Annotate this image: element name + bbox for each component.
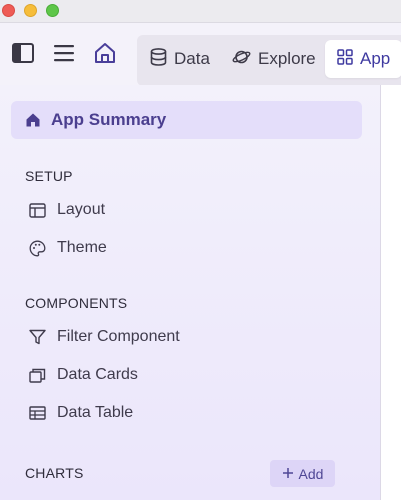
planet-icon [232, 48, 251, 71]
tab-app-label: App [360, 49, 391, 68]
sidebar-toggle-icon[interactable] [11, 41, 35, 65]
sidebar-item-label: Layout [57, 201, 106, 218]
sidebar-item-theme[interactable]: Theme [28, 236, 107, 260]
section-title-charts: CHARTS [25, 465, 84, 481]
sidebar-item-label: Data Cards [57, 366, 138, 383]
tab-app[interactable]: App [325, 40, 401, 78]
sidebar-item-label: Data Table [57, 404, 134, 421]
grid-icon [337, 48, 353, 70]
sidebar-item-data-table[interactable]: Data Table [28, 401, 133, 425]
window-titlebar [0, 0, 401, 23]
add-chart-button[interactable]: Add [270, 460, 335, 487]
sidebar-item-label: Filter Component [57, 328, 180, 345]
layout-icon [28, 201, 46, 219]
zoom-window-button[interactable] [46, 4, 59, 17]
palette-icon [28, 239, 46, 257]
table-icon [28, 404, 46, 422]
sidebar-item-filter-component[interactable]: Filter Component [28, 325, 180, 349]
tab-data[interactable]: Data [150, 40, 210, 78]
sidebar-item-data-cards[interactable]: Data Cards [28, 363, 138, 387]
plus-icon [282, 466, 294, 482]
sidebar-item-app-summary[interactable]: App Summary [11, 101, 362, 139]
toolbar: Data Explore App [0, 23, 401, 86]
cards-icon [28, 366, 46, 384]
home-icon[interactable] [93, 41, 117, 65]
menu-icon[interactable] [52, 41, 76, 65]
sidebar: App Summary SETUP Layout Theme COMPONENT… [0, 85, 381, 500]
database-icon [150, 47, 167, 71]
minimize-window-button[interactable] [24, 4, 37, 17]
main-content-panel [381, 85, 401, 500]
tab-explore[interactable]: Explore [232, 40, 316, 78]
filter-icon [28, 328, 46, 346]
sidebar-item-layout[interactable]: Layout [28, 198, 105, 222]
section-title-components: COMPONENTS [25, 295, 128, 311]
section-title-setup: SETUP [25, 168, 73, 184]
sidebar-item-label: Theme [57, 239, 107, 256]
sidebar-item-label: App Summary [51, 110, 167, 129]
tab-data-label: Data [174, 49, 210, 68]
main-tabs: Data Explore App [137, 35, 401, 86]
home-filled-icon [25, 112, 41, 128]
tab-explore-label: Explore [258, 49, 316, 68]
add-button-label: Add [298, 465, 324, 482]
close-window-button[interactable] [2, 4, 15, 17]
